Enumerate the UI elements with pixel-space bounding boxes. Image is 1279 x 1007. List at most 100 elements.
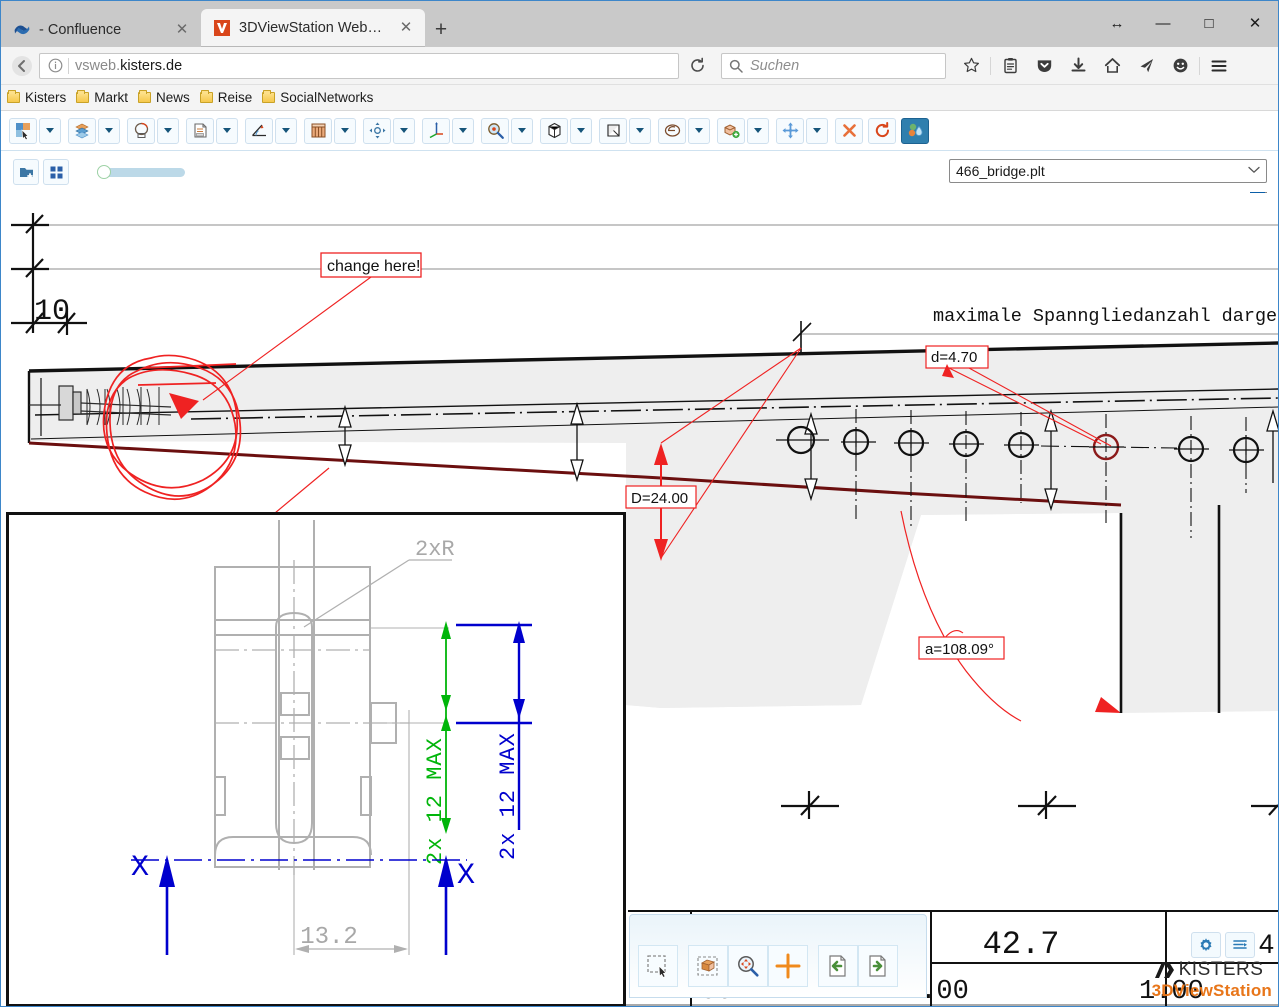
hamburger-menu-icon[interactable]	[1202, 51, 1236, 81]
folder-icon	[262, 92, 275, 103]
tab-close-icon[interactable]: ✕	[173, 21, 191, 39]
tool-group-shadedbox	[599, 118, 651, 144]
new-scene-icon[interactable]	[13, 159, 39, 185]
center-crosshair-icon[interactable]	[768, 945, 808, 987]
selection-tools	[638, 945, 678, 987]
bookmark-label: Reise	[218, 90, 253, 105]
info-icon[interactable]	[44, 55, 66, 77]
measure-angle-dropdown[interactable]	[275, 118, 297, 144]
home-icon[interactable]	[1095, 51, 1129, 81]
file-select-dropdown[interactable]: 466_bridge.plt	[949, 159, 1267, 183]
add-object-icon[interactable]	[717, 118, 745, 144]
tool-group-select	[9, 118, 61, 144]
width-dimension-label: 13.2	[300, 924, 358, 951]
zoom-dropdown[interactable]	[511, 118, 533, 144]
gear-icon[interactable]	[1191, 932, 1221, 958]
angle-annotation[interactable]: a=108.09°	[901, 511, 1121, 721]
bookmark-news[interactable]: News	[138, 90, 190, 105]
reset-icon[interactable]	[868, 118, 896, 144]
previous-page-icon[interactable]	[818, 945, 858, 987]
render-mode-dropdown[interactable]	[688, 118, 710, 144]
tool-group-addobject	[717, 118, 769, 144]
restore-size-button[interactable]: ↔	[1094, 1, 1140, 45]
search-icon	[728, 58, 744, 74]
grid-layout-icon[interactable]	[43, 159, 69, 185]
tool-group-rotate	[127, 118, 179, 144]
view-tools	[688, 945, 808, 987]
shaded-box-dropdown[interactable]	[629, 118, 651, 144]
clipping-dropdown[interactable]	[334, 118, 356, 144]
tool-group-clipping	[304, 118, 356, 144]
bookmark-star-icon[interactable]	[954, 51, 988, 81]
tool-group-axis	[422, 118, 474, 144]
rectangle-select-icon[interactable]	[638, 945, 678, 987]
detail-inset-panel[interactable]: 2xR 2x 12 MAX 2x 12 MAX	[6, 512, 626, 1007]
select-tool-dropdown[interactable]	[39, 118, 61, 144]
select-tool-icon[interactable]	[9, 118, 37, 144]
bookmarks-bar: Kisters Markt News Reise SocialNetworks	[1, 85, 1278, 111]
bookmark-label: SocialNetworks	[280, 90, 373, 105]
minimize-button[interactable]: —	[1140, 1, 1186, 45]
layers-icon[interactable]	[68, 118, 96, 144]
title-bar: - Confluence ✕ 3DViewStation WebViewer..…	[1, 1, 1278, 47]
bookmark-reise[interactable]: Reise	[200, 90, 253, 105]
move-pivot-dropdown[interactable]	[393, 118, 415, 144]
tab-confluence[interactable]: - Confluence ✕	[1, 13, 201, 47]
explode-slider[interactable]	[97, 163, 185, 181]
clipping-icon[interactable]	[304, 118, 332, 144]
layers-dropdown[interactable]	[98, 118, 120, 144]
address-bar[interactable]: vsweb.kisters.de	[39, 53, 679, 79]
zoom-icon[interactable]	[481, 118, 509, 144]
search-bar[interactable]: Suchen	[721, 53, 946, 79]
bookmark-socialnetworks[interactable]: SocialNetworks	[262, 90, 373, 105]
tab-3dviewstation[interactable]: 3DViewStation WebViewer... ✕	[201, 9, 425, 47]
tool-group-render	[658, 118, 710, 144]
list-icon[interactable]	[1225, 932, 1255, 958]
axis-dropdown[interactable]	[452, 118, 474, 144]
page-tools	[818, 945, 898, 987]
move-pivot-icon[interactable]	[363, 118, 391, 144]
bookmark-kisters[interactable]: Kisters	[7, 90, 66, 105]
tab-strip: - Confluence ✕ 3DViewStation WebViewer..…	[1, 9, 457, 47]
next-page-icon[interactable]	[858, 945, 898, 987]
radius-label: 2xR	[415, 537, 455, 562]
tab-close-icon[interactable]: ✕	[397, 19, 415, 37]
maximize-button[interactable]: □	[1186, 1, 1232, 45]
view-rotate-dropdown[interactable]	[157, 118, 179, 144]
annotation-dropdown[interactable]	[216, 118, 238, 144]
bookmark-markt[interactable]: Markt	[76, 90, 128, 105]
move-icon[interactable]	[776, 118, 804, 144]
send-tab-icon[interactable]	[1129, 51, 1163, 81]
tool-group-zoom	[481, 118, 533, 144]
file-name-label: 466_bridge.plt	[956, 163, 1045, 179]
axis-icon[interactable]	[422, 118, 450, 144]
bookmark-label: Markt	[94, 90, 128, 105]
back-button[interactable]	[7, 51, 37, 81]
new-tab-button[interactable]: +	[425, 13, 457, 47]
measure-angle-icon[interactable]	[245, 118, 273, 144]
colors-icon[interactable]	[901, 118, 929, 144]
toolbar-icons	[954, 51, 1236, 81]
annotation-icon[interactable]	[186, 118, 214, 144]
bookmark-label: News	[156, 90, 190, 105]
zoom-area-icon[interactable]	[728, 945, 768, 987]
box-view-dropdown[interactable]	[570, 118, 592, 144]
view-rotate-icon[interactable]	[127, 118, 155, 144]
shaded-box-icon[interactable]	[599, 118, 627, 144]
library-icon[interactable]	[993, 51, 1027, 81]
add-object-dropdown[interactable]	[747, 118, 769, 144]
reload-button[interactable]	[683, 52, 711, 80]
move-dropdown[interactable]	[806, 118, 828, 144]
window-controls: ↔ — □ ✕	[1094, 1, 1278, 45]
render-mode-icon[interactable]	[658, 118, 686, 144]
slider-knob[interactable]	[97, 165, 111, 179]
delete-x-icon[interactable]	[835, 118, 863, 144]
box-view-icon[interactable]	[540, 118, 568, 144]
pocket-icon[interactable]	[1027, 51, 1061, 81]
close-button[interactable]: ✕	[1232, 1, 1278, 45]
box-select-icon[interactable]	[688, 945, 728, 987]
feedback-smiley-icon[interactable]	[1163, 51, 1197, 81]
address-text: vsweb.kisters.de	[75, 58, 182, 74]
titleblock-value: 42.7	[983, 926, 1060, 963]
downloads-icon[interactable]	[1061, 51, 1095, 81]
